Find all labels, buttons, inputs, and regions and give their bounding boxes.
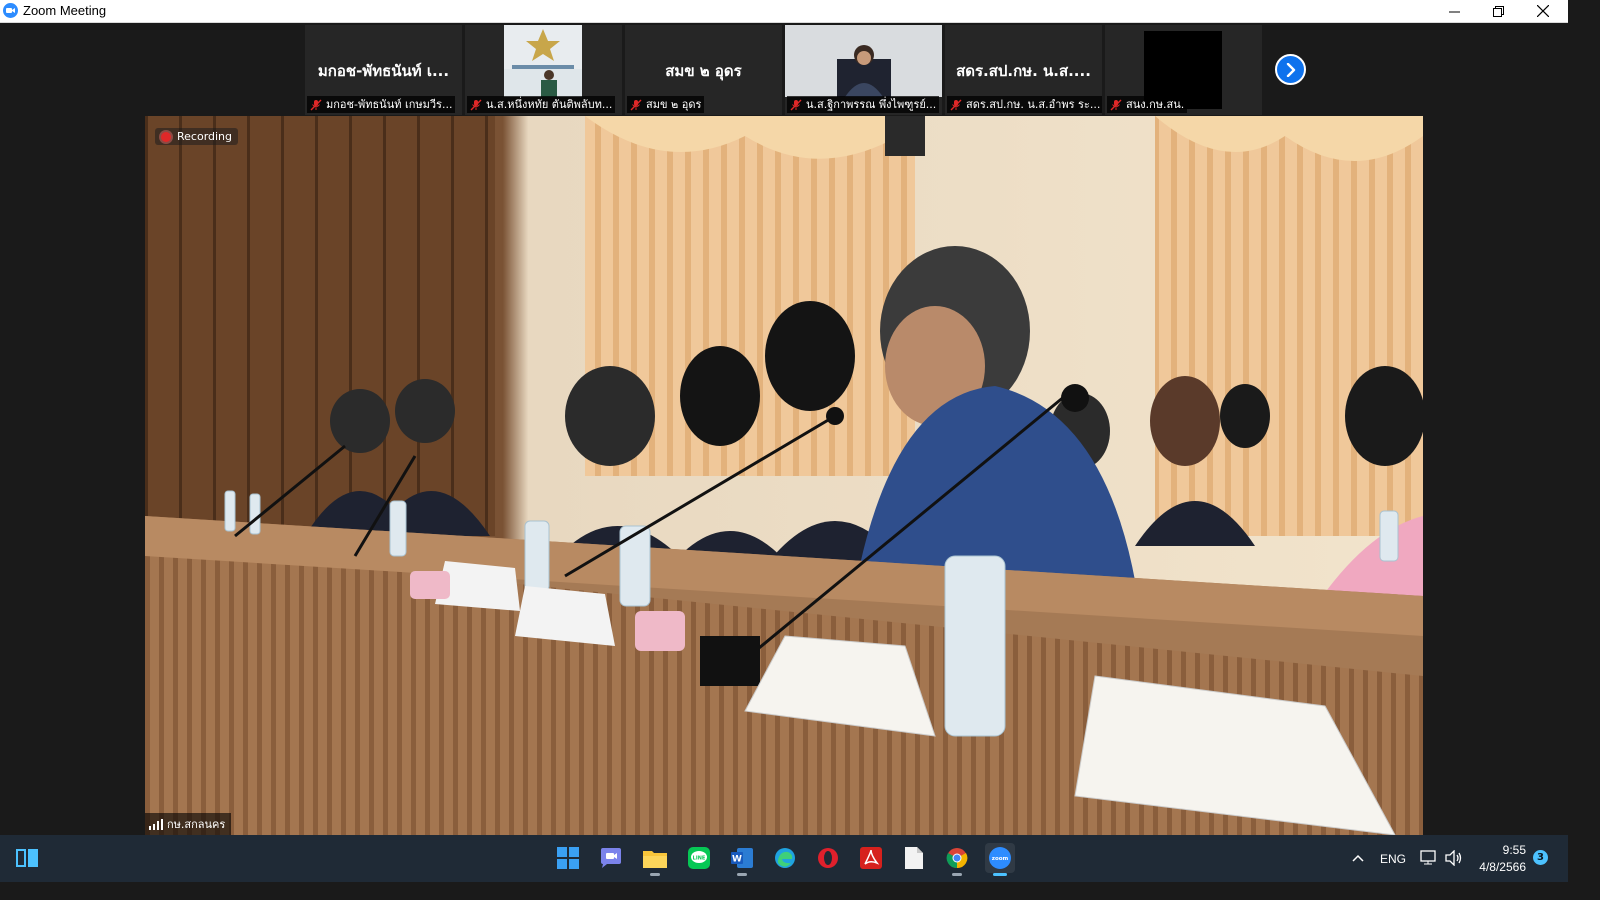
mic-muted-icon bbox=[310, 99, 322, 110]
mic-muted-icon bbox=[790, 99, 802, 110]
participant-display-name: สมข ๒ อุดร bbox=[665, 62, 742, 80]
zoom-icon[interactable]: zoom bbox=[985, 843, 1015, 876]
task-view-icon[interactable] bbox=[12, 843, 42, 873]
next-page-button[interactable] bbox=[1275, 54, 1306, 85]
mic-muted-icon bbox=[470, 99, 482, 110]
notification-badge[interactable]: 3 bbox=[1533, 850, 1548, 865]
participant-strip: มกอช-พัทธนันท์ เ... มกอช-พัทธนันท์ เกษมว… bbox=[305, 25, 1262, 115]
recording-label: Recording bbox=[177, 130, 233, 143]
svg-text:zoom: zoom bbox=[992, 856, 1009, 862]
restore-button[interactable] bbox=[1476, 0, 1520, 22]
edge-icon[interactable] bbox=[770, 843, 800, 873]
chrome-icon[interactable] bbox=[942, 843, 972, 876]
volume-icon[interactable] bbox=[1441, 843, 1467, 873]
meeting-area: มกอช-พัทธนันท์ เ... มกอช-พัทธนันท์ เกษมว… bbox=[0, 23, 1568, 835]
participant-display-name: สดร.สป.กษ. น.ส.... bbox=[956, 62, 1091, 80]
mic-muted-icon bbox=[630, 99, 642, 110]
language-indicator[interactable]: ENG bbox=[1380, 852, 1406, 866]
participant-label: สดร.สป.กษ. น.ส.อำพร ระ... bbox=[947, 96, 1102, 113]
participant-name: น.ส.หนึ่งหทัย ตันติพลับท... bbox=[486, 98, 613, 111]
meeting-room-image bbox=[145, 116, 1423, 835]
participant-tile[interactable]: มกอช-พัทธนันท์ เ... มกอช-พัทธนันท์ เกษมว… bbox=[305, 25, 462, 115]
teams-chat-icon[interactable] bbox=[596, 843, 626, 873]
participant-name: มกอช-พัทธนันท์ เกษมวีร... bbox=[326, 98, 453, 111]
minimize-button[interactable] bbox=[1432, 0, 1476, 22]
mic-muted-icon bbox=[1110, 99, 1122, 110]
participant-label: น.ส.ฐิกาพรรณ พึ่งไพฑูรย์... bbox=[787, 96, 940, 113]
title-bar: Zoom Meeting bbox=[0, 0, 1568, 23]
participant-name: สนง.กษ.สน. bbox=[1126, 98, 1185, 111]
recording-icon bbox=[161, 131, 171, 142]
participant-tile[interactable]: สนง.กษ.สน. bbox=[1105, 25, 1262, 115]
line-icon[interactable]: LINE bbox=[684, 843, 714, 873]
participant-tile[interactable]: น.ส.หนึ่งหทัย ตันติพลับท... bbox=[465, 25, 622, 115]
main-video[interactable]: Recording กษ.สกลนคร bbox=[145, 116, 1423, 835]
acrobat-icon[interactable] bbox=[856, 843, 886, 873]
participant-name: สมข ๒ อุดร bbox=[646, 98, 702, 111]
opera-icon[interactable] bbox=[813, 843, 843, 873]
clock-date[interactable]: 4/8/2566 bbox=[1470, 860, 1526, 874]
mic-muted-icon bbox=[950, 99, 962, 110]
participant-label: มกอช-พัทธนันท์ เกษมวีร... bbox=[307, 96, 456, 113]
participant-video bbox=[504, 25, 582, 97]
word-icon[interactable]: W bbox=[727, 843, 757, 876]
speaker-name-label: กษ.สกลนคร bbox=[145, 813, 232, 835]
start-icon[interactable] bbox=[553, 843, 583, 873]
participant-display-name: มกอช-พัทธนันท์ เ... bbox=[317, 62, 450, 80]
speaker-name: กษ.สกลนคร bbox=[167, 818, 226, 831]
participant-name: สดร.สป.กษ. น.ส.อำพร ระ... bbox=[966, 98, 1101, 111]
participant-tile[interactable]: สดร.สป.กษ. น.ส.... สดร.สป.กษ. น.ส.อำพร ร… bbox=[945, 25, 1102, 115]
window-title: Zoom Meeting bbox=[23, 3, 107, 18]
chevron-right-icon bbox=[1286, 62, 1295, 77]
participant-tile[interactable]: น.ส.ฐิกาพรรณ พึ่งไพฑูรย์... bbox=[785, 25, 942, 115]
participant-tile[interactable]: สมข ๒ อุดร สมข ๒ อุดร bbox=[625, 25, 782, 115]
chevron-up-icon[interactable] bbox=[1344, 843, 1372, 873]
participant-label: สมข ๒ อุดร bbox=[627, 96, 705, 113]
svg-text:LINE: LINE bbox=[693, 856, 706, 862]
recording-indicator[interactable]: Recording bbox=[155, 128, 239, 145]
file-icon[interactable] bbox=[899, 843, 929, 873]
zoom-app-icon bbox=[3, 3, 18, 18]
participant-video bbox=[785, 25, 942, 97]
close-button[interactable] bbox=[1521, 0, 1565, 22]
participant-label: น.ส.หนึ่งหทัย ตันติพลับท... bbox=[467, 96, 616, 113]
network-icon[interactable] bbox=[1416, 843, 1442, 873]
participant-label: สนง.กษ.สน. bbox=[1107, 96, 1188, 113]
taskbar: LINE W zoom ENG 9:55 4/8/2566 3 bbox=[0, 835, 1568, 882]
participant-name: น.ส.ฐิกาพรรณ พึ่งไพฑูรย์... bbox=[806, 98, 937, 111]
signal-strength-icon bbox=[149, 818, 163, 830]
svg-text:W: W bbox=[732, 855, 742, 865]
file-explorer-icon[interactable] bbox=[640, 843, 670, 876]
clock-time[interactable]: 9:55 bbox=[1480, 843, 1526, 857]
